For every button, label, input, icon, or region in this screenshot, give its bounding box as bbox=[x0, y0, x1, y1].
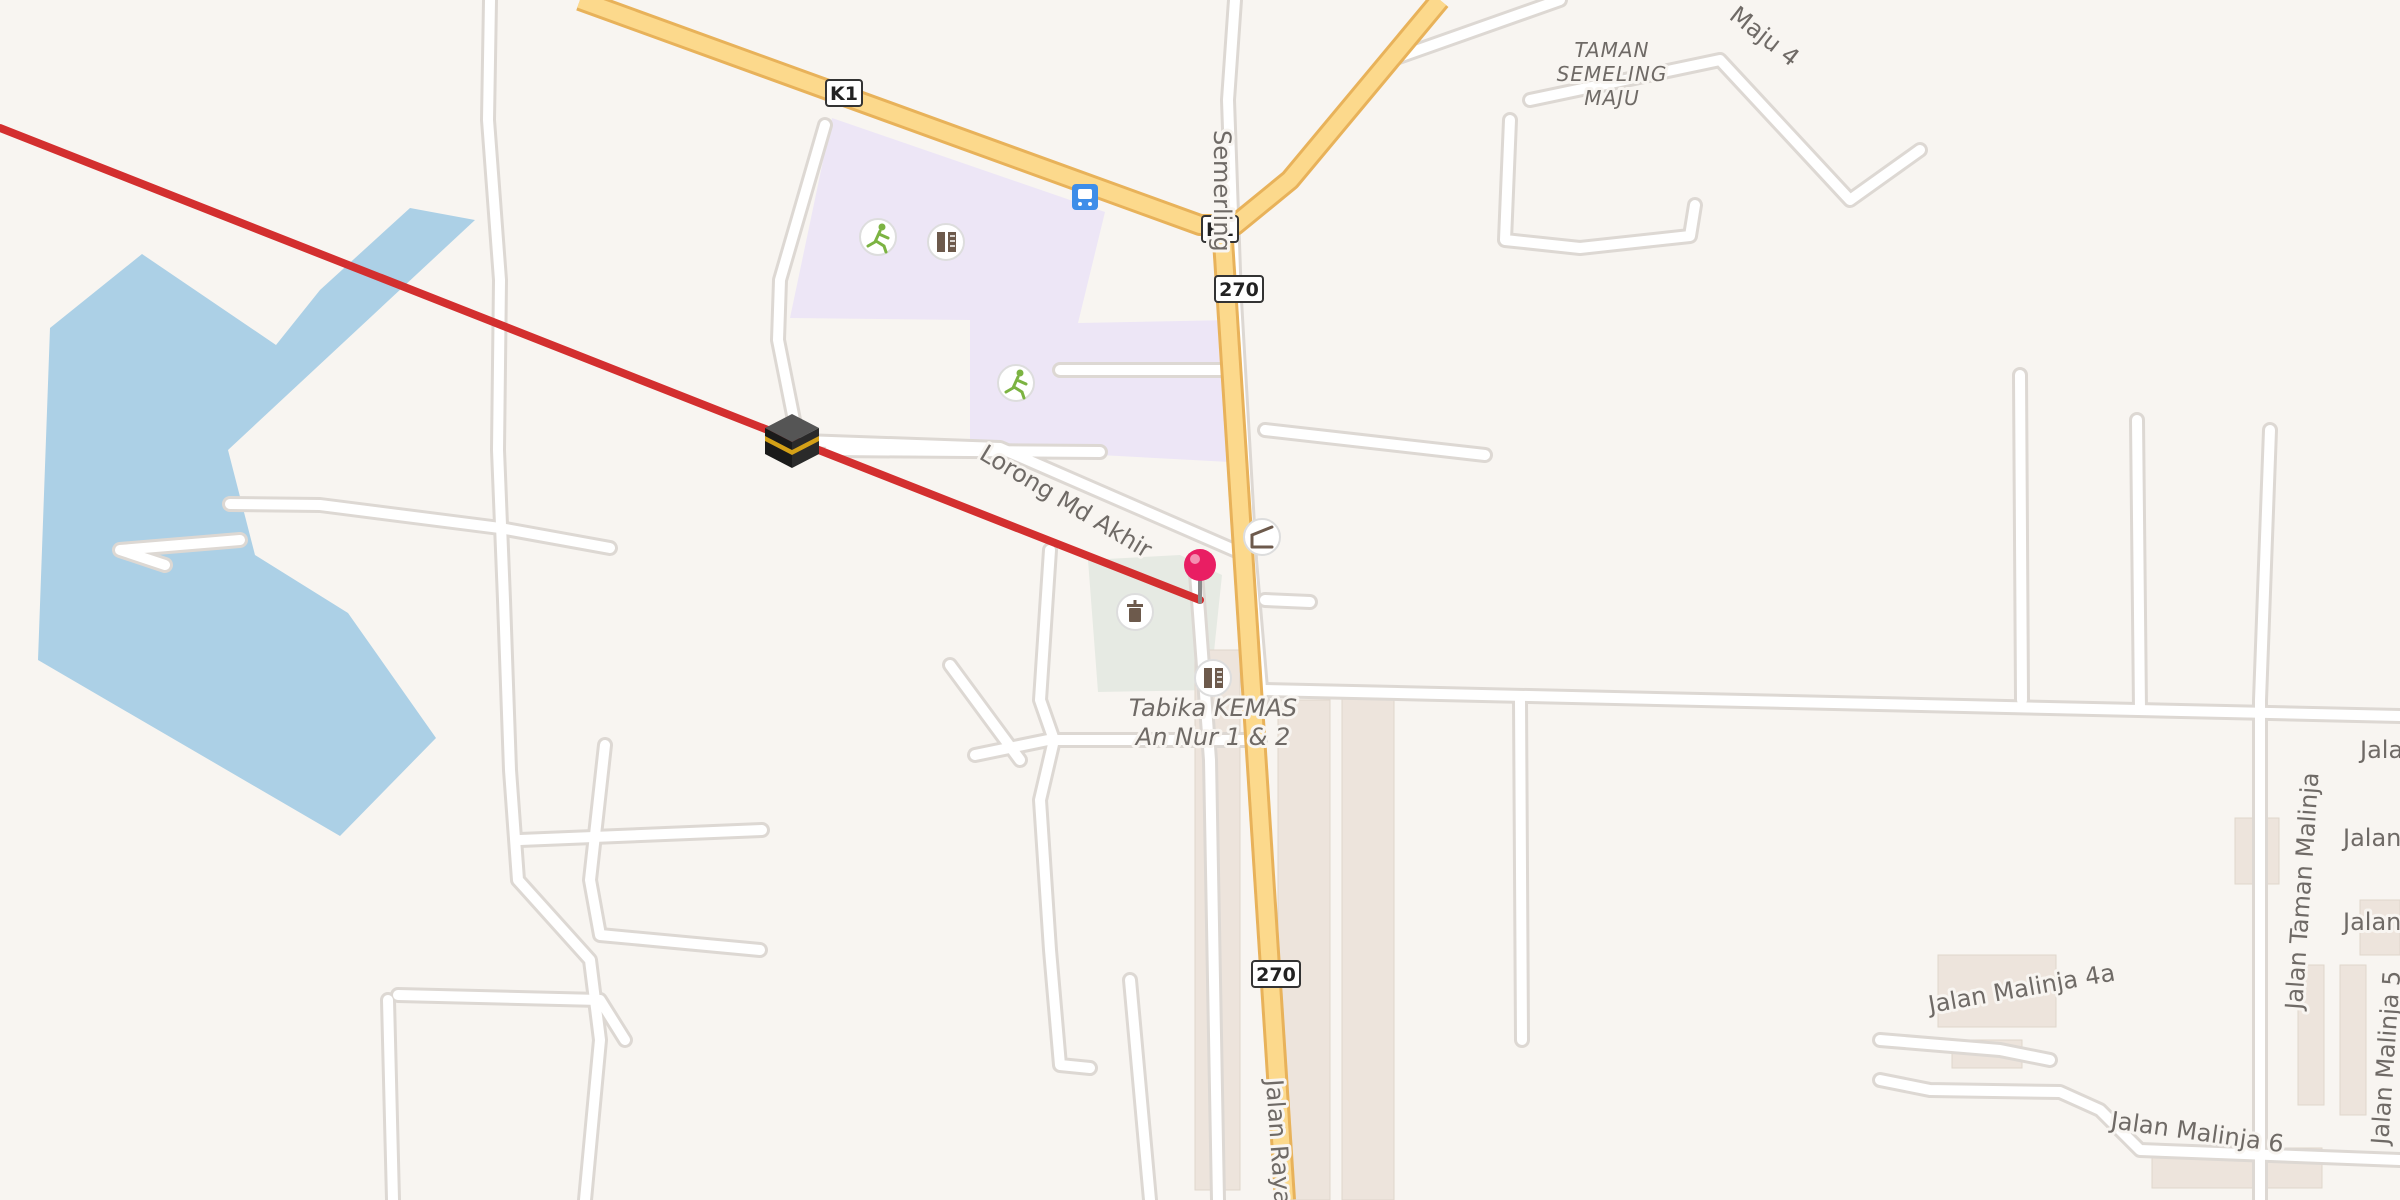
svg-text:SEMELING: SEMELING bbox=[1557, 62, 1668, 86]
svg-text:An Nur 1 & 2: An Nur 1 & 2 bbox=[1134, 723, 1290, 751]
street-label-jalan-a: Jalan bbox=[2341, 824, 2400, 852]
svg-text:270: 270 bbox=[1219, 279, 1259, 301]
shelter-icon[interactable] bbox=[1243, 518, 1281, 556]
street-label-jala: Jala bbox=[2358, 736, 2400, 764]
road-shield-270-b: 270 bbox=[1251, 960, 1301, 988]
svg-text:MAJU: MAJU bbox=[1584, 86, 1639, 110]
road-shield-270-a: 270 bbox=[1214, 275, 1264, 303]
street-label-jalan-b: Jalan bbox=[2341, 908, 2400, 936]
cemetery-icon[interactable] bbox=[1116, 593, 1154, 631]
svg-text:Tabika KEMAS: Tabika KEMAS bbox=[1129, 694, 1297, 722]
place-label-tabika-kemas: Tabika KEMAS An Nur 1 & 2 bbox=[1126, 691, 1300, 754]
map-view[interactable]: K1 K1 270 270 Semerling Maju 4 Lorong Md… bbox=[0, 0, 2400, 1200]
sports-icon-2[interactable] bbox=[997, 364, 1035, 402]
svg-text:TAMAN: TAMAN bbox=[1575, 38, 1650, 62]
school-icon[interactable] bbox=[927, 223, 965, 261]
school-icon-2[interactable] bbox=[1194, 659, 1232, 697]
sports-icon[interactable] bbox=[859, 218, 897, 256]
bus-stop-icon[interactable] bbox=[1072, 184, 1098, 210]
svg-text:270: 270 bbox=[1256, 964, 1296, 986]
map-canvas[interactable]: K1 K1 270 270 Semerling Maju 4 Lorong Md… bbox=[0, 0, 2400, 1200]
street-label-semerling: Semerling bbox=[1208, 130, 1236, 252]
road-shield-k1-a: K1 bbox=[825, 79, 863, 107]
svg-text:K1: K1 bbox=[830, 83, 858, 105]
